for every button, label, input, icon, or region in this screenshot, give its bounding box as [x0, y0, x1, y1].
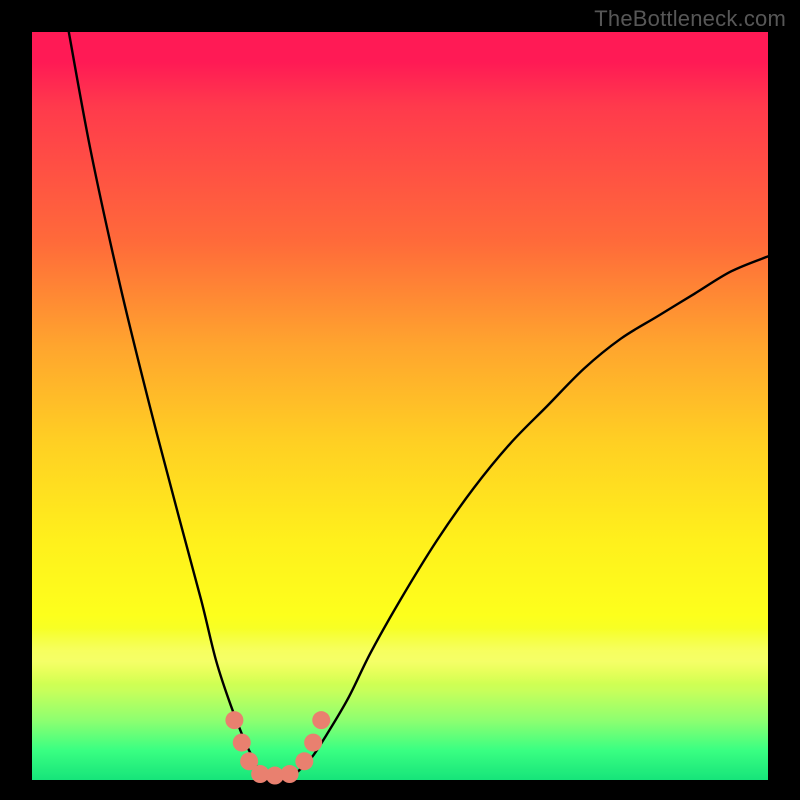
watermark-text: TheBottleneck.com [594, 6, 786, 32]
plot-area [32, 32, 768, 780]
data-marker [281, 765, 299, 783]
data-marker [312, 711, 330, 729]
outer-frame: TheBottleneck.com [0, 0, 800, 800]
data-marker [225, 711, 243, 729]
data-marker [304, 734, 322, 752]
bottleneck-curve [69, 32, 768, 781]
marker-layer [225, 711, 330, 784]
curve-layer [32, 32, 768, 780]
data-marker [233, 734, 251, 752]
data-marker [295, 752, 313, 770]
